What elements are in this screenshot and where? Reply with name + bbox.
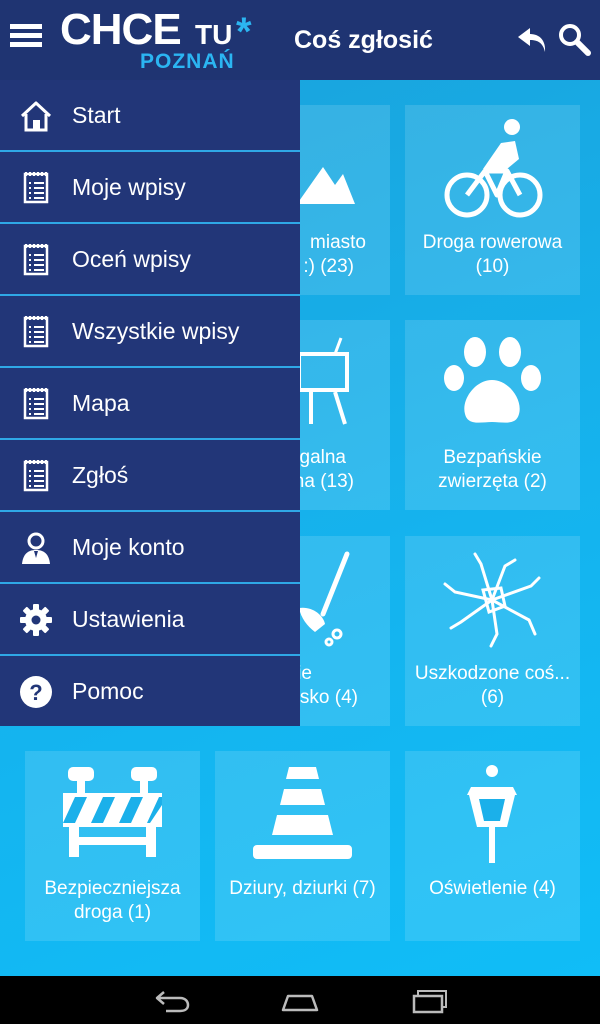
menu-item-label: Oceń wpisy — [72, 246, 191, 272]
menu-item-help[interactable]: ? Pomoc — [0, 656, 300, 728]
help-icon: ? — [20, 676, 52, 708]
category-tile-safer-road[interactable]: Bezpieczniejsza droga (1) — [25, 751, 200, 941]
menu-item-my-entries[interactable]: Moje wpisy — [0, 152, 300, 224]
tile-label: Oświetlenie (4) — [429, 878, 556, 899]
menu-item-label: Pomoc — [72, 678, 144, 704]
menu-item-label: Ustawienia — [72, 606, 185, 632]
traffic-cone-icon — [253, 767, 352, 859]
undo-icon[interactable] — [514, 22, 550, 58]
svg-text:?: ? — [29, 680, 42, 705]
menu-item-my-account[interactable]: Moje konto — [0, 512, 300, 584]
search-icon[interactable] — [556, 22, 592, 58]
logo-star: * — [236, 10, 252, 54]
menu-item-map[interactable]: Mapa — [0, 368, 300, 440]
tile-label: Dziury, dziurki (7) — [229, 878, 376, 899]
cracked-glass-icon — [443, 552, 541, 648]
paw-icon — [444, 337, 541, 423]
notepad-icon — [23, 460, 49, 492]
road-barrier-icon — [63, 767, 162, 857]
user-icon — [22, 532, 50, 564]
notepad-icon — [23, 244, 49, 276]
logo-main-text: CHCE — [60, 5, 182, 54]
category-tile-damaged[interactable]: Uszkodzone coś... (6) — [405, 536, 580, 726]
system-navigation-bar — [0, 976, 600, 1024]
navigation-drawer: Start Moje wpisy Oceń wpisy Wszystkie wp… — [0, 80, 300, 726]
menu-item-settings[interactable]: Ustawienia — [0, 584, 300, 656]
category-tile-lighting[interactable]: Oświetlenie (4) — [405, 751, 580, 941]
notepad-icon — [23, 172, 49, 204]
menu-item-label: Wszystkie wpisy — [72, 318, 240, 344]
menu-hamburger-icon[interactable] — [10, 24, 42, 56]
home-icon — [20, 101, 52, 132]
menu-item-label: Zgłoś — [72, 462, 129, 488]
category-tile-bike-path[interactable]: Droga rowerowa (10) — [405, 105, 580, 295]
recent-apps-icon[interactable] — [410, 986, 450, 1014]
notepad-icon — [23, 388, 49, 420]
logo-tu-text: TU — [195, 19, 233, 50]
tile-label: Bezpieczniejsza droga (1) — [44, 878, 181, 923]
tile-label: Droga rowerowa (10) — [422, 232, 563, 277]
top-bar: CHCE TU * POZNAŃ Coś zgłosić — [0, 0, 600, 80]
page-title: Coś zgłosić — [294, 26, 433, 54]
menu-item-label: Moje konto — [72, 534, 185, 560]
menu-item-all-entries[interactable]: Wszystkie wpisy — [0, 296, 300, 368]
back-icon[interactable] — [152, 986, 192, 1014]
menu-item-start[interactable]: Start — [0, 80, 300, 152]
bicycle-icon — [444, 119, 543, 218]
menu-item-rate-entries[interactable]: Oceń wpisy — [0, 224, 300, 296]
menu-item-label: Mapa — [72, 390, 130, 416]
street-lamp-icon — [467, 765, 517, 863]
tile-label: Bezpańskie zwierzęta (2) — [438, 447, 547, 492]
category-tile-stray-animals[interactable]: Bezpańskie zwierzęta (2) — [405, 320, 580, 510]
notepad-icon — [23, 316, 49, 348]
app-logo: CHCE TU * POZNAŃ — [60, 6, 270, 74]
tile-label: Uszkodzone coś... (6) — [414, 663, 571, 708]
logo-city-text: POZNAŃ — [140, 50, 235, 73]
category-tile-potholes[interactable]: Dziury, dziurki (7) — [215, 751, 390, 941]
menu-item-report[interactable]: Zgłoś — [0, 440, 300, 512]
gear-icon — [20, 604, 52, 636]
menu-item-label: Moje wpisy — [72, 174, 186, 200]
menu-item-label: Start — [72, 102, 121, 128]
home-nav-icon[interactable] — [280, 986, 320, 1014]
